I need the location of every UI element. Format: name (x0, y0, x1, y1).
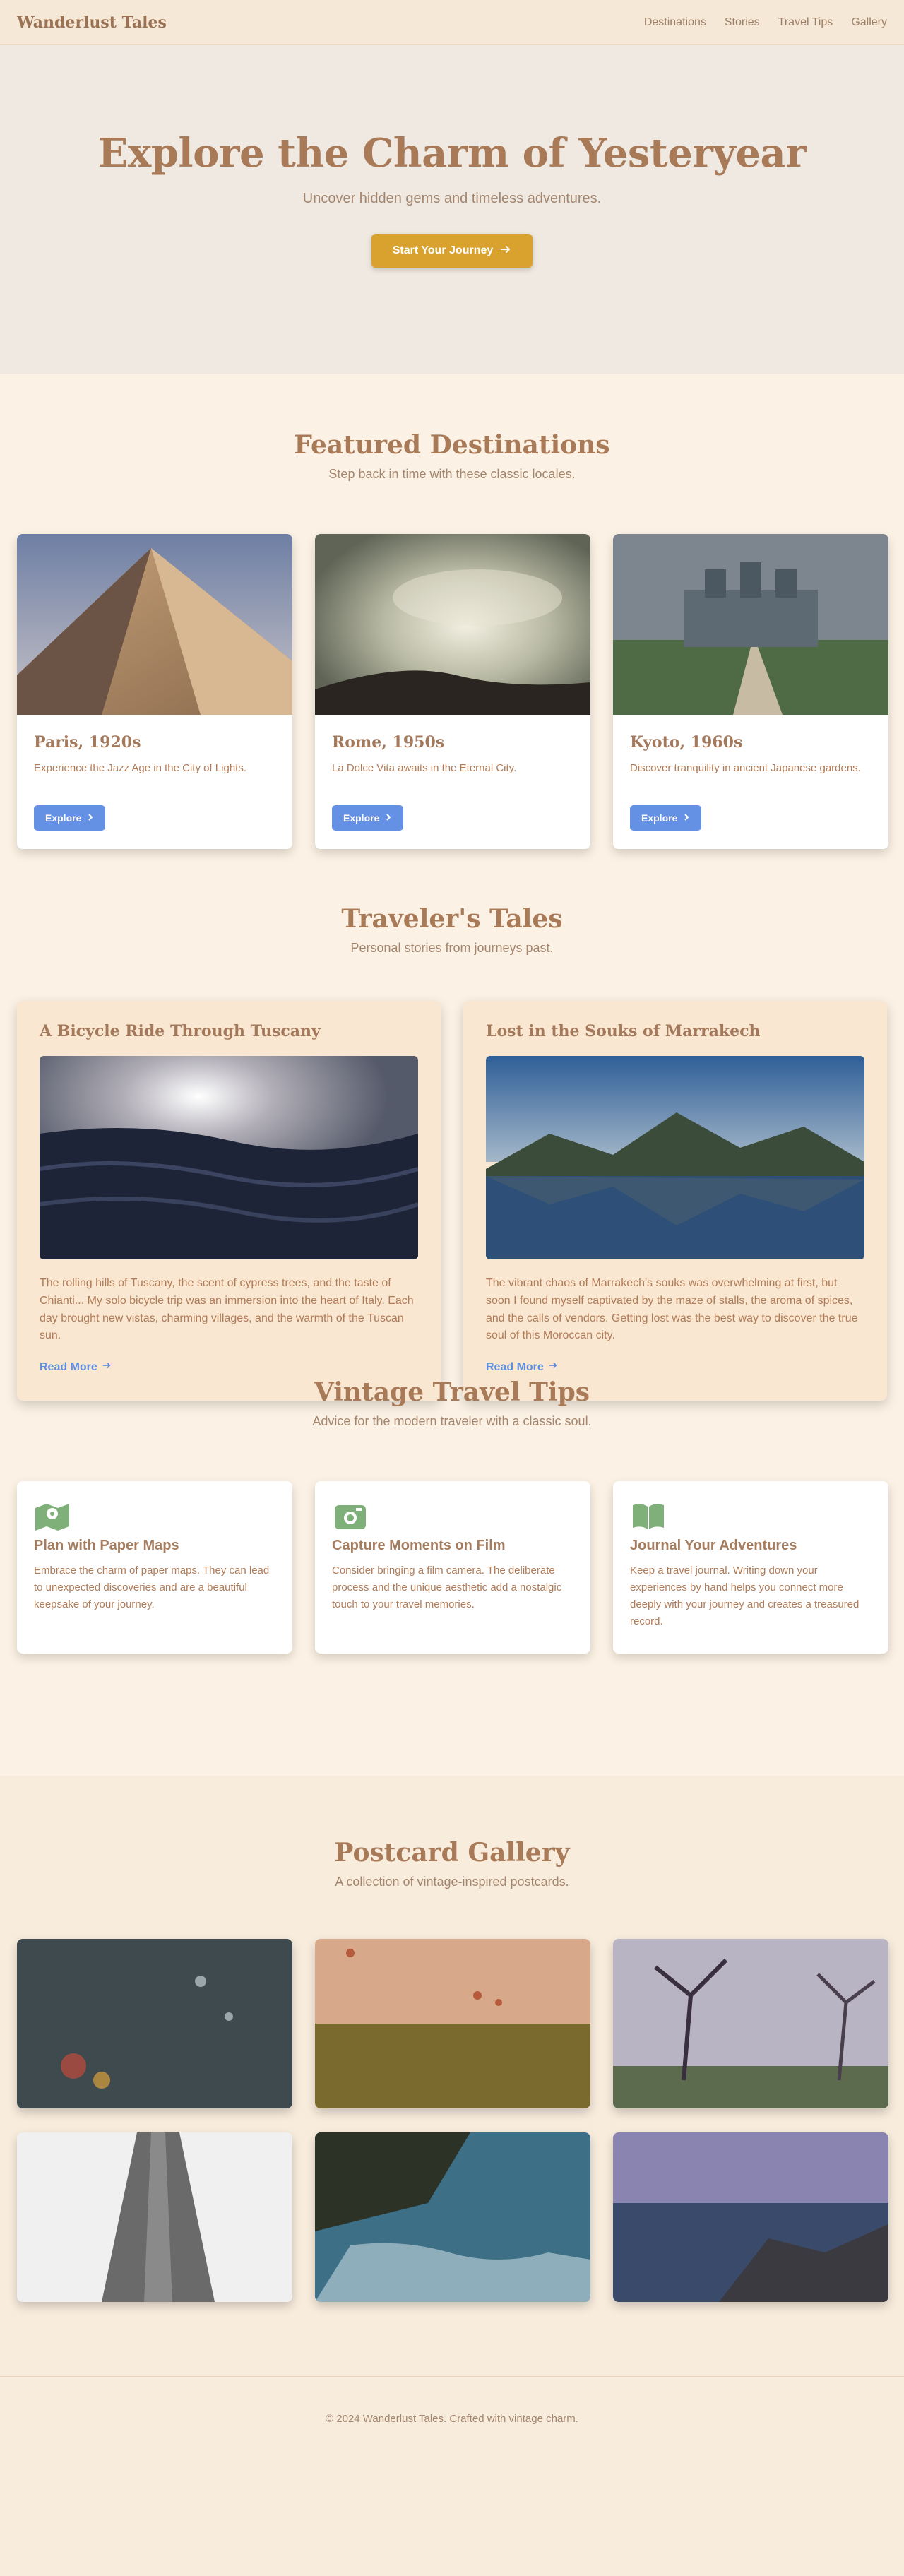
chevron-right-icon (87, 812, 94, 824)
chevron-right-icon (683, 812, 690, 824)
tip-description: Keep a travel journal. Writing down your… (630, 1565, 860, 1627)
hero-subtitle: Uncover hidden gems and timeless adventu… (302, 191, 602, 206)
gallery-subtitle: A collection of vintage-inspired postcar… (335, 1875, 569, 1889)
site-footer: © 2024 Wanderlust Tales. Crafted with vi… (0, 2376, 904, 2461)
story-title: Lost in the Souks of Marrakech (486, 1022, 761, 1040)
tuscany-water-image (40, 1056, 418, 1259)
start-journey-button[interactable]: Start Your Journey (371, 234, 533, 268)
destination-title: Rome, 1950s (332, 733, 445, 752)
marrakech-mountain-image (486, 1056, 864, 1259)
story-card-tuscany: A Bicycle Ride Through Tuscany The rolli… (17, 1001, 441, 1401)
explore-label: Explore (343, 812, 380, 824)
destination-title: Paris, 1920s (34, 733, 141, 752)
footer-copyright: © 2024 Wanderlust Tales. Crafted with vi… (326, 2413, 578, 2425)
read-more-link[interactable]: Read More (40, 1360, 112, 1374)
nav-destinations[interactable]: Destinations (644, 16, 706, 29)
destination-card-kyoto: Kyoto, 1960s Discover tranquility in anc… (613, 534, 888, 849)
postcard-rain-window[interactable] (17, 1939, 292, 2108)
site-header: Wanderlust Tales Destinations Stories Tr… (0, 0, 904, 45)
tip-card-journal: Journal Your Adventures Keep a travel jo… (613, 1481, 888, 1654)
paris-desert-image (17, 534, 292, 715)
tip-title: Journal Your Adventures (630, 1538, 797, 1553)
tips-subtitle: Advice for the modern traveler with a cl… (312, 1414, 592, 1428)
explore-label: Explore (641, 812, 678, 824)
main-nav: Destinations Stories Travel Tips Gallery (644, 16, 887, 29)
arrow-right-icon (102, 1360, 112, 1374)
read-more-link[interactable]: Read More (486, 1360, 558, 1374)
explore-label: Explore (45, 812, 82, 824)
story-card-marrakech: Lost in the Souks of Marrakech The vibra… (463, 1001, 887, 1401)
explore-button[interactable]: Explore (630, 805, 702, 831)
postcard-balloons[interactable] (315, 1939, 590, 2108)
tip-description: Consider bringing a film camera. The del… (332, 1565, 562, 1610)
nav-gallery[interactable]: Gallery (851, 16, 887, 29)
destination-description: Experience the Jazz Age in the City of L… (34, 762, 247, 774)
postcard-sunset-rocks[interactable] (613, 2132, 888, 2302)
destination-title: Kyoto, 1960s (630, 733, 743, 752)
destination-card-rome: Rome, 1950s La Dolce Vita awaits in the … (315, 534, 590, 849)
tip-title: Plan with Paper Maps (34, 1538, 179, 1553)
postcard-cliffs-sea[interactable] (315, 2132, 590, 2302)
nav-stories[interactable]: Stories (725, 16, 760, 29)
stories-title: Traveler's Tales (341, 904, 563, 934)
start-journey-label: Start Your Journey (392, 244, 494, 256)
featured-title: Featured Destinations (294, 430, 610, 460)
brand-logo[interactable]: Wanderlust Tales (17, 13, 167, 32)
gallery-title: Postcard Gallery (334, 1838, 570, 1868)
book-icon (630, 1501, 664, 1532)
hero-title: Explore the Charm of Yesteryear (97, 130, 807, 177)
read-more-label: Read More (486, 1360, 544, 1373)
explore-button[interactable]: Explore (34, 805, 106, 831)
hero-section: Explore the Charm of Yesteryear Uncover … (0, 45, 904, 374)
rome-sky-image (315, 534, 590, 715)
postcard-flatiron[interactable] (17, 2132, 292, 2302)
postcard-grid (17, 1939, 888, 2302)
destination-card-paris: Paris, 1920s Experience the Jazz Age in … (17, 534, 292, 849)
featured-subtitle: Step back in time with these classic loc… (328, 467, 576, 481)
destination-description: La Dolce Vita awaits in the Eternal City… (332, 762, 517, 774)
nav-travel-tips[interactable]: Travel Tips (778, 16, 833, 29)
kyoto-castle-image (613, 534, 888, 715)
gallery-section: Postcard Gallery A collection of vintage… (0, 1776, 904, 2376)
destination-description: Discover tranquility in ancient Japanese… (630, 762, 861, 774)
explore-button[interactable]: Explore (332, 805, 404, 831)
tip-card-maps: Plan with Paper Maps Embrace the charm o… (17, 1481, 292, 1654)
postcard-misty-trees[interactable] (613, 1939, 888, 2108)
tip-card-film: Capture Moments on Film Consider bringin… (315, 1481, 590, 1654)
tip-title: Capture Moments on Film (332, 1538, 506, 1553)
arrow-right-icon (500, 244, 511, 259)
tip-description: Embrace the charm of paper maps. They ca… (34, 1565, 270, 1610)
arrow-right-icon (548, 1360, 558, 1374)
tips-grid: Plan with Paper Maps Embrace the charm o… (17, 1481, 888, 1654)
featured-section: Featured Destinations Step back in time … (0, 374, 904, 1401)
camera-icon (332, 1501, 366, 1532)
story-text: The rolling hills of Tuscany, the scent … (40, 1277, 414, 1342)
stories-subtitle: Personal stories from journeys past. (350, 941, 554, 955)
story-text: The vibrant chaos of Marrakech's souks w… (486, 1277, 858, 1342)
map-pin-icon (34, 1501, 69, 1532)
story-title: A Bicycle Ride Through Tuscany (40, 1022, 321, 1040)
destination-grid: Paris, 1920s Experience the Jazz Age in … (17, 534, 888, 849)
read-more-label: Read More (40, 1360, 97, 1373)
chevron-right-icon (385, 812, 392, 824)
